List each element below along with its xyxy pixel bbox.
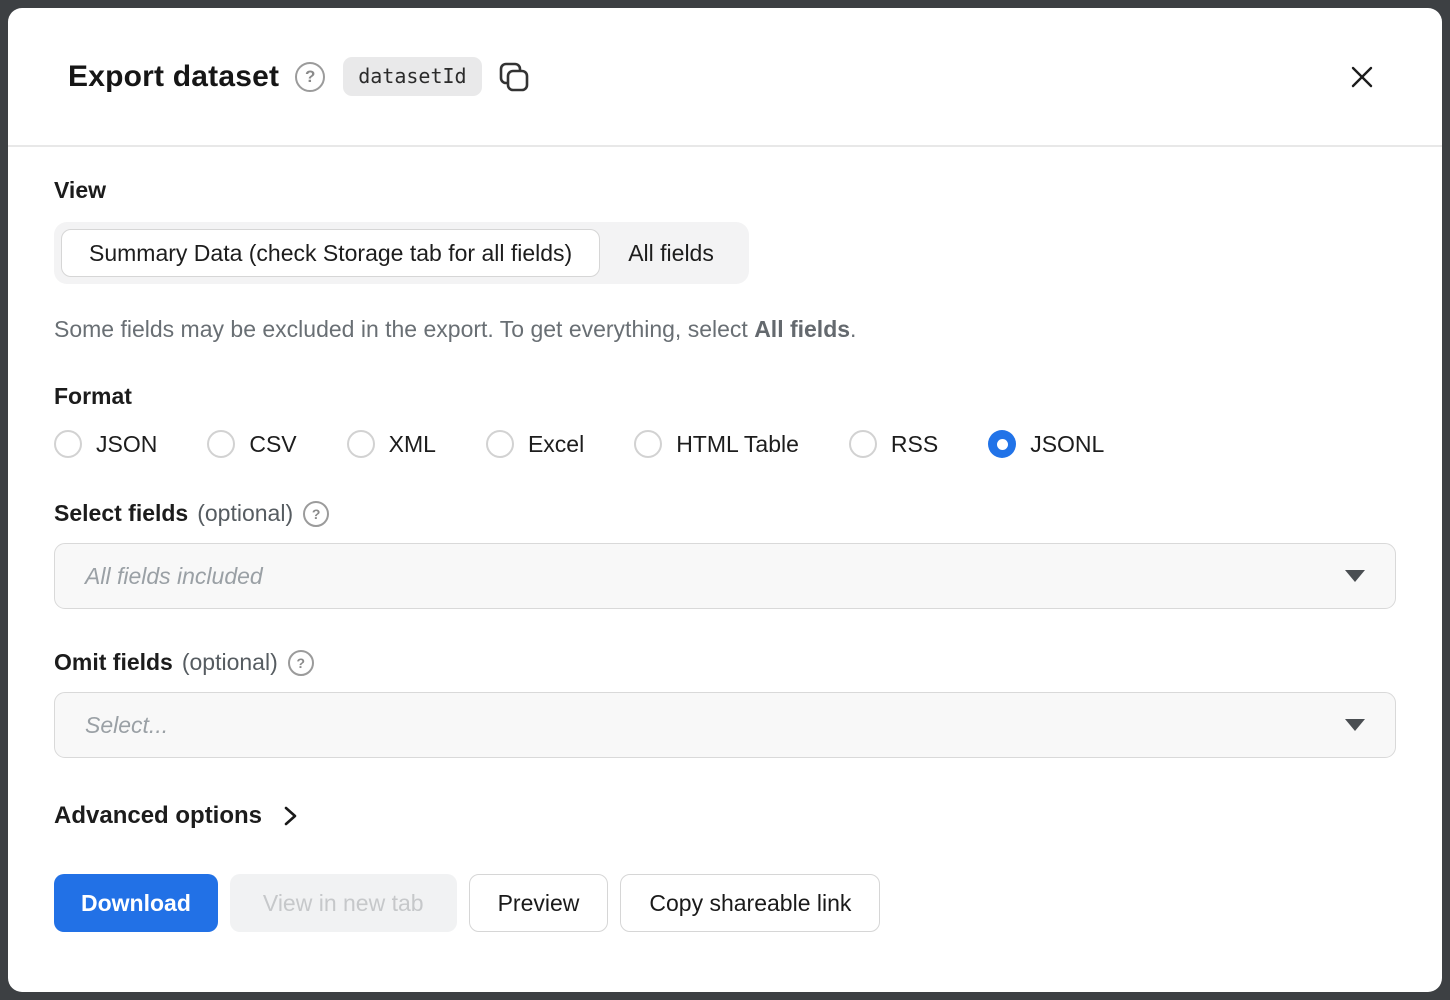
select-fields-optional: (optional): [197, 500, 293, 527]
hint-prefix: Some fields may be excluded in the expor…: [54, 316, 754, 342]
radio-icon: [849, 430, 877, 458]
hint-bold: All fields: [754, 316, 850, 342]
omit-fields-label-text: Omit fields: [54, 649, 173, 676]
chevron-right-icon: [278, 804, 302, 828]
radio-label: JSON: [96, 431, 157, 458]
radio-label: CSV: [249, 431, 296, 458]
view-option-summary-data[interactable]: Summary Data (check Storage tab for all …: [61, 229, 600, 277]
radio-icon: [54, 430, 82, 458]
omit-fields-placeholder: Select...: [85, 712, 168, 739]
action-buttons-row: Download View in new tab Preview Copy sh…: [54, 874, 1396, 932]
select-fields-label: Select fields (optional) ?: [54, 500, 1396, 527]
format-section: Format JSON CSV XML Excel: [54, 383, 1396, 458]
modal-title: Export dataset: [68, 60, 279, 94]
select-fields-placeholder: All fields included: [85, 563, 263, 590]
format-radio-group: JSON CSV XML Excel HTML Table: [54, 430, 1396, 458]
hint-suffix: .: [850, 316, 856, 342]
select-fields-dropdown[interactable]: All fields included: [54, 543, 1396, 609]
view-segmented-control: Summary Data (check Storage tab for all …: [54, 222, 749, 284]
omit-fields-optional: (optional): [182, 649, 278, 676]
preview-button[interactable]: Preview: [469, 874, 609, 932]
radio-label: JSONL: [1030, 431, 1104, 458]
copy-dataset-id-button[interactable]: [495, 58, 533, 96]
format-option-jsonl[interactable]: JSONL: [988, 430, 1104, 458]
view-option-all-fields[interactable]: All fields: [600, 229, 742, 277]
omit-fields-help-icon[interactable]: ?: [288, 650, 314, 676]
export-dataset-modal: Export dataset ? datasetId View S: [8, 8, 1442, 992]
title-help-icon[interactable]: ?: [295, 62, 325, 92]
format-option-json[interactable]: JSON: [54, 430, 157, 458]
modal-header: Export dataset ? datasetId: [8, 8, 1442, 147]
chevron-down-icon: [1345, 570, 1365, 582]
format-option-xml[interactable]: XML: [347, 430, 436, 458]
chevron-down-icon: [1345, 719, 1365, 731]
radio-icon: [486, 430, 514, 458]
advanced-options-label: Advanced options: [54, 802, 262, 830]
radio-label: Excel: [528, 431, 584, 458]
omit-fields-section: Omit fields (optional) ? Select...: [54, 649, 1396, 758]
dataset-id-badge: datasetId: [343, 57, 481, 96]
radio-icon: [347, 430, 375, 458]
view-label: View: [54, 177, 1396, 204]
radio-icon: [988, 430, 1016, 458]
download-button[interactable]: Download: [54, 874, 218, 932]
advanced-options-toggle[interactable]: Advanced options: [54, 802, 302, 830]
radio-label: XML: [389, 431, 436, 458]
radio-icon: [207, 430, 235, 458]
view-hint-text: Some fields may be excluded in the expor…: [54, 316, 1396, 343]
format-option-csv[interactable]: CSV: [207, 430, 296, 458]
close-icon: [1346, 61, 1378, 93]
radio-label: HTML Table: [676, 431, 799, 458]
copy-icon: [497, 60, 531, 94]
format-option-html-table[interactable]: HTML Table: [634, 430, 799, 458]
format-option-rss[interactable]: RSS: [849, 430, 938, 458]
radio-icon: [634, 430, 662, 458]
page-backdrop: { "header": { "title": "Export dataset",…: [0, 0, 1450, 1000]
select-fields-help-icon[interactable]: ?: [303, 501, 329, 527]
view-in-new-tab-button[interactable]: View in new tab: [230, 874, 457, 932]
format-option-excel[interactable]: Excel: [486, 430, 584, 458]
radio-label: RSS: [891, 431, 938, 458]
omit-fields-label: Omit fields (optional) ?: [54, 649, 1396, 676]
omit-fields-dropdown[interactable]: Select...: [54, 692, 1396, 758]
format-label: Format: [54, 383, 1396, 410]
modal-body: View Summary Data (check Storage tab for…: [8, 147, 1442, 992]
copy-shareable-link-button[interactable]: Copy shareable link: [620, 874, 880, 932]
select-fields-section: Select fields (optional) ? All fields in…: [54, 500, 1396, 609]
close-button[interactable]: [1342, 57, 1382, 97]
select-fields-label-text: Select fields: [54, 500, 188, 527]
